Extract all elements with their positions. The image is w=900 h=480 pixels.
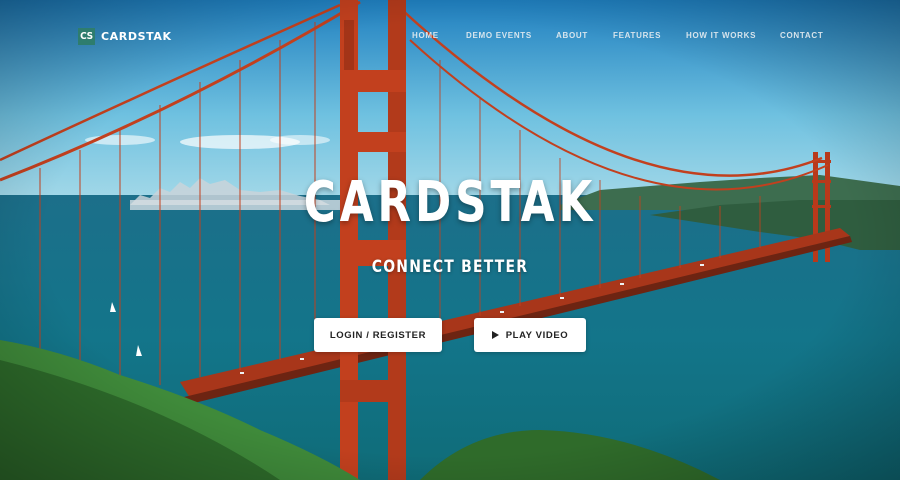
play-video-label: PLAY VIDEO [505, 329, 569, 341]
nav-how-it-works[interactable]: HOW IT WORKS [686, 31, 756, 40]
hero-section: CS CARDSTAK HOME DEMO EVENTS ABOUT FEATU… [0, 0, 900, 480]
play-video-button[interactable]: PLAY VIDEO [474, 318, 586, 352]
main-nav: HOME DEMO EVENTS ABOUT FEATURES HOW IT W… [0, 31, 900, 45]
play-icon [491, 331, 499, 339]
nav-features[interactable]: FEATURES [613, 31, 661, 40]
hero-title: CARDSTAK [303, 170, 597, 235]
top-navigation-bar: CS CARDSTAK HOME DEMO EVENTS ABOUT FEATU… [0, 0, 900, 72]
nav-about[interactable]: ABOUT [556, 31, 588, 40]
login-register-label: LOGIN / REGISTER [329, 329, 427, 341]
hero-subtitle: CONNECT BETTER [371, 257, 529, 277]
nav-home[interactable]: HOME [412, 31, 439, 40]
nav-contact[interactable]: CONTACT [780, 31, 823, 40]
golden-gate-bridge-photo [0, 0, 900, 480]
login-register-button[interactable]: LOGIN / REGISTER [314, 318, 442, 352]
nav-demo-events[interactable]: DEMO EVENTS [466, 31, 532, 40]
